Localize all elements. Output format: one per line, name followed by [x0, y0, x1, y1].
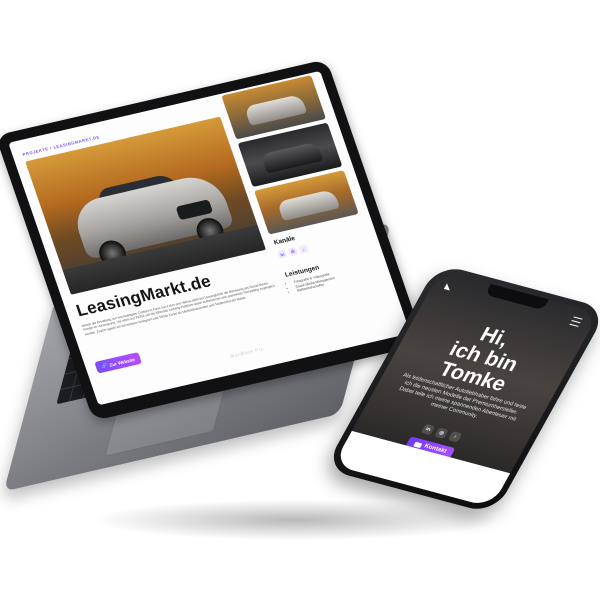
linkedin-icon[interactable]: in [276, 249, 288, 259]
tiktok-icon[interactable]: ♪ [298, 244, 309, 254]
phone-notch [484, 283, 549, 311]
channels-heading: Kanäle [273, 235, 297, 247]
website-button-label: Zur Website [108, 356, 136, 368]
link-icon: 🔗 [101, 362, 109, 369]
linkedin-icon[interactable]: in [420, 423, 436, 436]
mockup-stage: PROJEKTE / LEASINGMARKT.DE LeasingMarkt.… [0, 0, 600, 600]
instagram-icon[interactable]: ◎ [434, 427, 449, 439]
channels-row: in ◎ ♪ [276, 244, 309, 259]
logo-icon[interactable]: ◣ [443, 282, 455, 292]
website-button[interactable]: 🔗 Zur Website [94, 351, 143, 374]
instagram-icon[interactable]: ◎ [287, 246, 299, 257]
floor-shadow [95, 500, 495, 540]
mail-icon [413, 441, 423, 448]
tiktok-icon[interactable]: ♪ [447, 430, 463, 443]
hamburger-icon[interactable] [569, 316, 583, 327]
